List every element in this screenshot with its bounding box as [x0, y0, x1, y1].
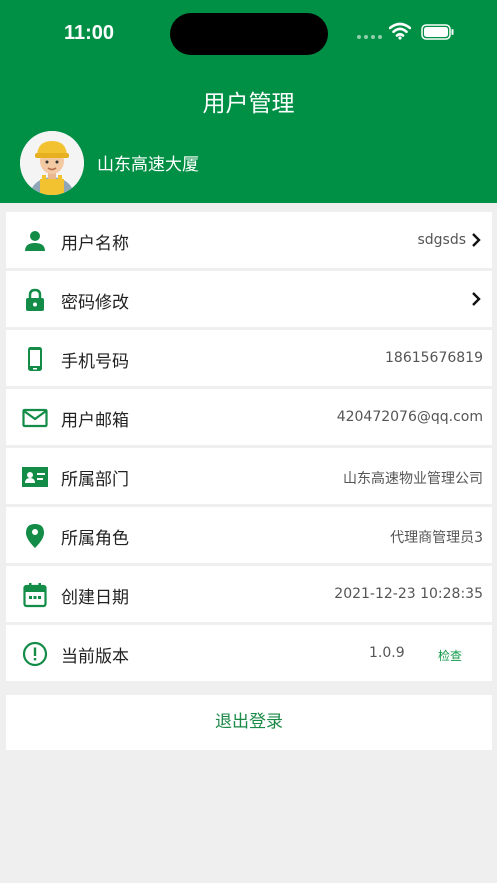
row-role[interactable]: 所属角色 代理商管理员3 [6, 507, 492, 563]
row-value: 18615676819 [385, 350, 483, 366]
battery-icon [421, 24, 454, 40]
dynamic-island [170, 13, 328, 55]
id-card-icon [22, 467, 48, 487]
row-department[interactable]: 所属部门 山东高速物业管理公司 [6, 448, 492, 504]
row-username[interactable]: 用户名称 sdgsds [6, 212, 492, 268]
lock-icon [26, 288, 44, 311]
row-value: 山东高速物业管理公司 [343, 471, 483, 487]
row-label: 用户邮箱 [61, 411, 129, 431]
row-version: 当前版本 1.0.9 检查 [6, 625, 492, 681]
row-label: 创建日期 [61, 588, 129, 608]
chevron-right-icon [472, 292, 481, 306]
logout-button[interactable]: 退出登录 [6, 695, 492, 750]
row-change-password[interactable]: 密码修改 [6, 271, 492, 327]
row-value: sdgsds [417, 232, 466, 248]
row-value: 2021-12-23 10:28:35 [334, 586, 483, 602]
row-label: 手机号码 [61, 352, 129, 372]
check-update-button[interactable]: 检查 [438, 647, 462, 664]
org-name: 山东高速大厦 [97, 155, 199, 175]
user-info-list: 用户名称 sdgsds 密码修改 手机号码 18615676819 用户邮箱 4… [6, 212, 492, 684]
version-value: 1.0.9 [369, 645, 405, 661]
calendar-icon [23, 583, 47, 608]
page-title: 用户管理 [202, 91, 295, 117]
location-pin-icon [26, 524, 44, 548]
row-label: 用户名称 [61, 234, 129, 254]
row-created-date[interactable]: 创建日期 2021-12-23 10:28:35 [6, 566, 492, 622]
mail-icon [22, 408, 48, 428]
row-label: 密码修改 [61, 293, 129, 313]
row-email[interactable]: 用户邮箱 420472076@qq.com [6, 389, 492, 445]
row-value: 代理商管理员3 [390, 530, 483, 546]
phone-icon [28, 347, 42, 371]
row-label: 所属角色 [61, 529, 129, 549]
avatar[interactable] [20, 131, 84, 195]
app-header: 11:00 用户管理 山东高速大厦 [0, 0, 497, 203]
chevron-right-icon [472, 233, 481, 247]
person-icon [25, 231, 45, 251]
signal-icon [357, 35, 382, 39]
worker-avatar-icon [20, 131, 84, 195]
status-time: 11:00 [64, 22, 115, 44]
row-value: 420472076@qq.com [336, 409, 483, 425]
row-phone[interactable]: 手机号码 18615676819 [6, 330, 492, 386]
wifi-icon [389, 22, 411, 40]
info-icon [22, 641, 48, 667]
row-label: 当前版本 [61, 647, 129, 667]
row-label: 所属部门 [61, 470, 129, 490]
